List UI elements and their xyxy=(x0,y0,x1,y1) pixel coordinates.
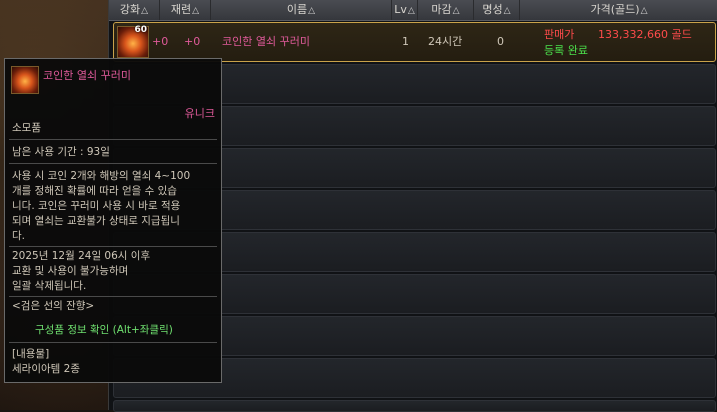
divider xyxy=(9,246,217,247)
tooltip-contents: 세라이아템 2종 xyxy=(12,363,80,375)
sort-icon: △ xyxy=(192,6,200,16)
item-name: 코인한 열쇠 꾸러미 xyxy=(222,35,310,48)
divider xyxy=(9,163,217,164)
header-refine[interactable]: 재련△ xyxy=(160,0,211,20)
item-deadline: 24시간 xyxy=(428,35,463,48)
tooltip-rarity: 유니크 xyxy=(184,107,215,120)
sort-icon: △ xyxy=(503,6,511,16)
level-badge: 60 xyxy=(134,25,147,35)
auction-row-selected[interactable]: 60 +0 +0 코인한 열쇠 꾸러미 1 24시간 0 판매가 133,332… xyxy=(113,22,716,62)
sort-icon: △ xyxy=(640,6,648,16)
tooltip-component-hint: 구성품 정보 확인 (Alt+좌클릭) xyxy=(35,324,173,336)
tooltip-expire-line: 2025년 12월 24일 06시 이후 xyxy=(12,250,151,262)
tooltip-desc-line: 되며 열쇠는 교환불가 상태로 지급됩니 xyxy=(12,215,180,227)
item-icon xyxy=(11,66,39,94)
item-icon[interactable]: 60 xyxy=(117,25,149,58)
sell-price: 133,332,660 골드 xyxy=(598,28,692,41)
sort-icon: △ xyxy=(141,6,149,16)
header-deadline[interactable]: 마감△ xyxy=(418,0,474,20)
tooltip-set-name: <검은 선의 잔향> xyxy=(12,300,95,312)
header-enhance[interactable]: 강화△ xyxy=(109,0,160,20)
item-fame: 0 xyxy=(497,35,504,48)
tooltip-desc-line: 개를 정해진 확률에 따라 얻을 수 있습 xyxy=(12,185,177,197)
sort-icon: △ xyxy=(308,6,316,16)
sort-icon: △ xyxy=(407,6,415,16)
tooltip-contents-label: [내용물] xyxy=(12,348,50,360)
tooltip-desc-line: 다. xyxy=(12,230,25,242)
tooltip-desc-line: 사용 시 코인 2개와 해방의 열쇠 4~100 xyxy=(12,170,191,182)
tooltip-expire-line: 일괄 삭제됩니다. xyxy=(12,280,87,292)
divider xyxy=(9,296,217,297)
tooltip-expire-line: 교환 및 사용이 불가능하며 xyxy=(12,265,129,277)
tooltip-item-name: 코인한 열쇠 꾸러미 xyxy=(43,69,131,82)
auction-row-empty[interactable] xyxy=(113,400,716,412)
divider xyxy=(9,139,217,140)
header-name[interactable]: 이름△ xyxy=(211,0,392,20)
tooltip-remaining: 남은 사용 기간 : 93일 xyxy=(12,146,110,158)
sort-icon: △ xyxy=(452,6,460,16)
header-fame[interactable]: 명성△ xyxy=(474,0,520,20)
item-enhance: +0 xyxy=(152,35,169,48)
tooltip-header: 코인한 열쇠 꾸러미 xyxy=(5,59,221,97)
item-tooltip: 코인한 열쇠 꾸러미 유니크 소모품 남은 사용 기간 : 93일 사용 시 코… xyxy=(4,58,222,383)
item-refine: +0 xyxy=(184,35,201,48)
header-level[interactable]: Lv△ xyxy=(392,0,418,20)
item-level: 1 xyxy=(402,35,409,48)
tooltip-category: 소모품 xyxy=(12,122,41,134)
tooltip-desc-line: 니다. 코인은 꾸러미 사용 시 바로 적용 xyxy=(12,200,181,212)
divider xyxy=(9,342,217,343)
